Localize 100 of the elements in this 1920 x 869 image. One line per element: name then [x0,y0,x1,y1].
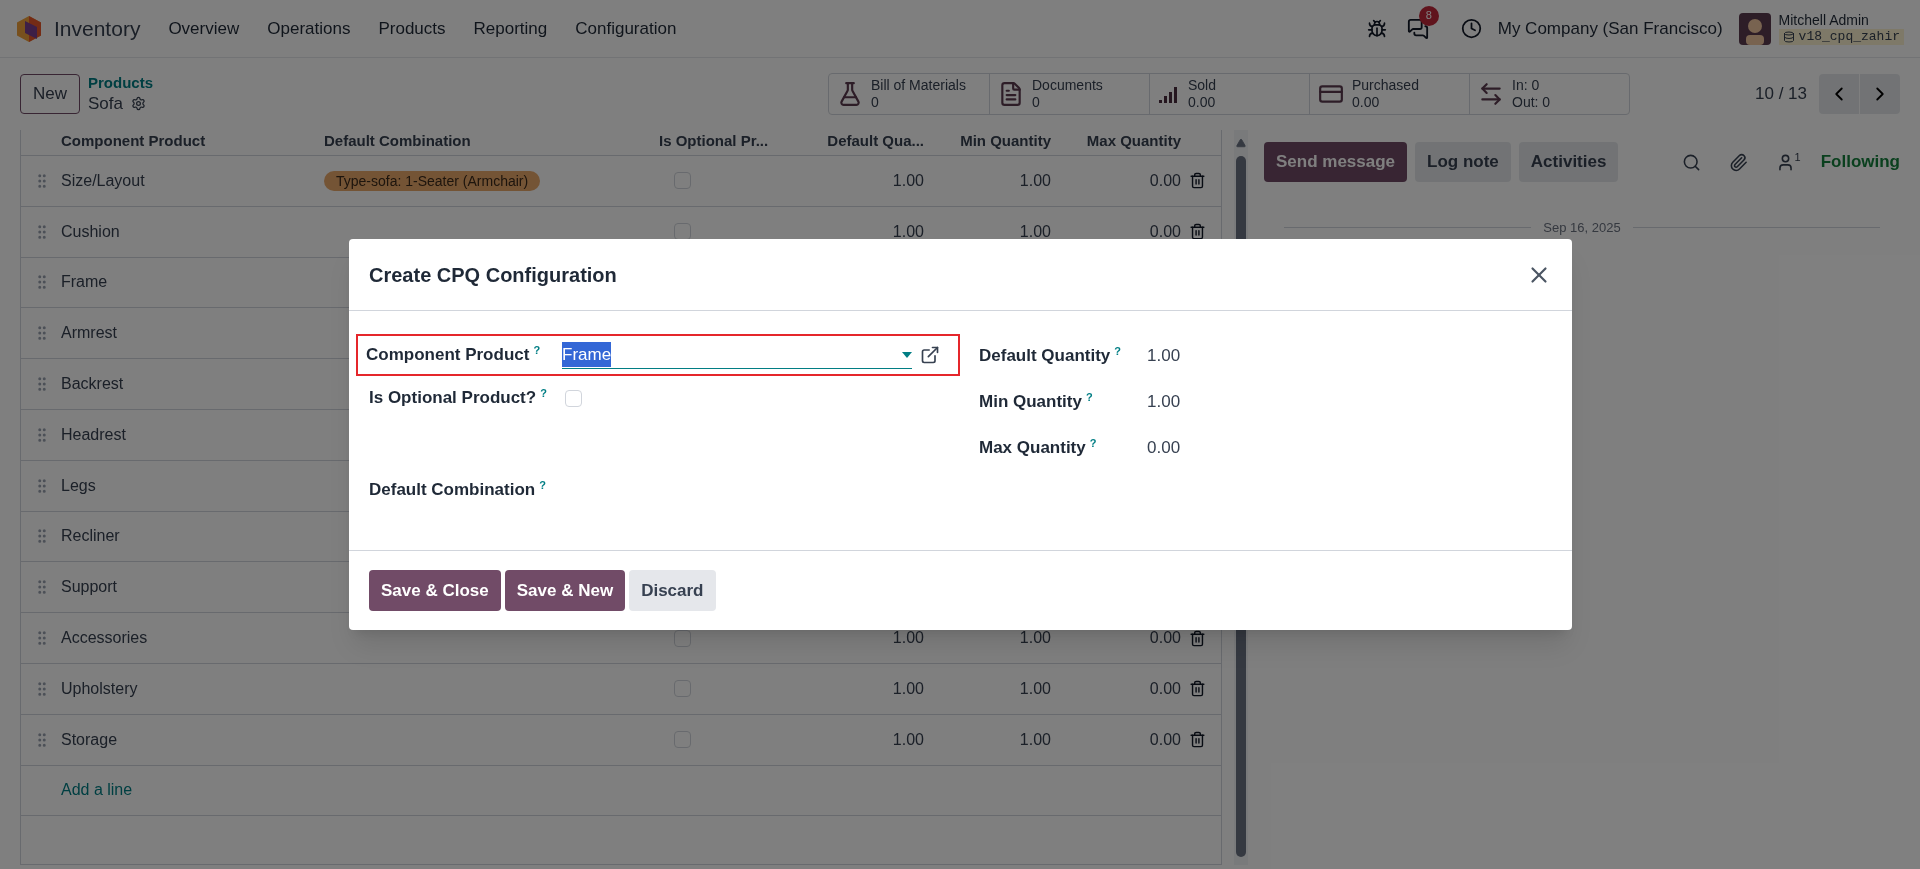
smart-button-label: In: 0 [1512,77,1541,94]
clock-icon[interactable] [1460,18,1482,39]
dialog-button[interactable]: Discard [629,570,716,611]
table-cell-text: 1.00 [891,170,924,191]
table-cell-text: 0.00 [1148,729,1181,750]
smart-button[interactable]: In: 0 Out: 0 [1469,74,1629,114]
menu-item[interactable]: Operations [267,15,351,42]
table-cell-text: Support [61,577,119,598]
field-label: Min Quantity ? [979,390,1094,414]
table-cell-text: 0.00 [1148,221,1181,242]
table-cell-text: Upholstery [61,678,139,699]
column-header[interactable]: Is Optional Pr... [659,130,789,153]
table-cell-text: 1.00 [891,628,924,649]
menu-item[interactable]: Overview [168,15,240,42]
table-cell-text: 1.00 [1018,170,1051,191]
delete-icon[interactable] [1189,223,1206,241]
paperclip-icon[interactable] [1728,152,1748,172]
dialog-button[interactable]: Save & New [504,570,626,611]
new-button[interactable]: New [20,74,80,114]
smart-button[interactable]: Purchased 0.00 [1309,74,1469,114]
help-tooltip[interactable]: ? [533,344,541,357]
transfer-icon [1478,81,1504,107]
smart-button-label: Documents [1032,77,1103,94]
table-cell-text: Storage [61,729,119,750]
smart-button-value: Out: 0 [1512,94,1551,111]
add-line-link[interactable]: Add a line [61,778,324,803]
document-icon [998,81,1024,107]
help-tooltip[interactable]: ? [1114,345,1122,358]
field-value: Frame [562,341,612,368]
table-cell-text: 1.00 [1018,729,1051,750]
menu-item[interactable]: Configuration [575,15,677,42]
app-logo-icon [16,14,42,43]
breadcrumb-link[interactable]: Products [88,74,154,93]
table-cell-text: Recliner [61,526,121,547]
help-tooltip[interactable]: ? [1089,437,1097,450]
smart-button[interactable]: Bill of Materials 0 [829,74,989,114]
column-header[interactable]: Min Quantity [924,130,1051,153]
menu-item[interactable]: Reporting [473,15,548,42]
table-cell-text: 0.00 [1148,628,1181,649]
caret-icon[interactable] [902,351,912,358]
table-cell-text: 0.00 [1148,678,1181,699]
previous-button[interactable] [1819,74,1859,114]
table-cell-text: 1.00 [891,729,924,750]
component-product-input[interactable]: Frame [562,341,912,369]
smart-button[interactable]: Documents 0 [989,74,1149,114]
bar-chart-icon [1158,84,1180,104]
help-tooltip[interactable]: ? [540,387,547,400]
date-separator: Sep 16, 2025 [1542,219,1622,237]
column-header[interactable]: Component Product [61,130,324,153]
scroll-up-icon[interactable] [1236,138,1246,148]
chatter-button[interactable]: Send message [1264,142,1408,182]
column-header[interactable]: Default Combination [324,130,659,153]
table-cell-text: Cushion [61,221,121,242]
smart-button-value: 0 [1032,94,1041,111]
table-cell-text: Legs [61,475,97,496]
avatar[interactable] [1738,12,1771,45]
chatter-button[interactable]: Activities [1518,142,1619,182]
help-tooltip[interactable]: ? [1085,391,1093,404]
external-link-icon[interactable] [920,345,940,365]
field-label: Max Quantity ? [979,436,1098,460]
table-cell-text: 1.00 [891,678,924,699]
field-value: 0.00 [1147,437,1181,460]
column-header[interactable]: Max Quantity [1051,130,1181,153]
record-name: Sofa [88,92,123,114]
dialog-button[interactable]: Save & Close [369,570,501,611]
smart-button[interactable]: Sold 0.00 [1149,74,1309,114]
notification-count: 8 [1418,5,1439,26]
table-cell-text: 1.00 [891,221,924,242]
field-value: 1.00 [1147,391,1181,414]
next-button[interactable] [1860,74,1900,114]
chat-icon[interactable] [1406,17,1429,40]
smart-button-label: Sold [1188,77,1217,94]
following-button[interactable]: Following [1820,149,1900,175]
chatter-button[interactable]: Log note [1415,142,1511,182]
database-name: v18_cpq_zahir [1798,29,1900,46]
flask-icon [837,81,863,107]
table-cell-text: 1.00 [1018,678,1051,699]
table-cell-text: Accessories [61,628,149,649]
user-name[interactable]: Mitchell Admin [1778,11,1904,30]
field-label: Default Quantity ? [979,344,1123,368]
table-cell-text: 1.00 [1018,221,1051,242]
search-icon[interactable] [1681,152,1701,172]
delete-icon[interactable] [1189,629,1206,647]
settings-icon[interactable] [131,95,146,111]
combination-tag: Type-sofa: 1-Seater (Armchair) [324,170,541,191]
help-tooltip[interactable]: ? [539,479,546,492]
dialog-title: Create CPQ Configuration [369,262,617,288]
field-label: Component Product ? [366,343,542,367]
bug-icon[interactable] [1366,18,1387,39]
app-name[interactable]: Inventory [54,12,141,45]
table-cell-text: Headrest [61,424,127,445]
smart-button-value: 0.00 [1352,94,1381,111]
menu-item[interactable]: Products [378,15,446,42]
field-value: 1.00 [1147,345,1181,368]
smart-button-label: Purchased [1352,77,1419,94]
column-header[interactable]: Default Qua... [789,130,924,153]
smart-button-label: Bill of Materials [871,77,966,94]
optional-checkbox[interactable] [565,389,582,407]
pager-value: 10 / 13 [1755,83,1807,106]
company-switcher[interactable]: My Company (San Francisco) [1497,15,1723,42]
